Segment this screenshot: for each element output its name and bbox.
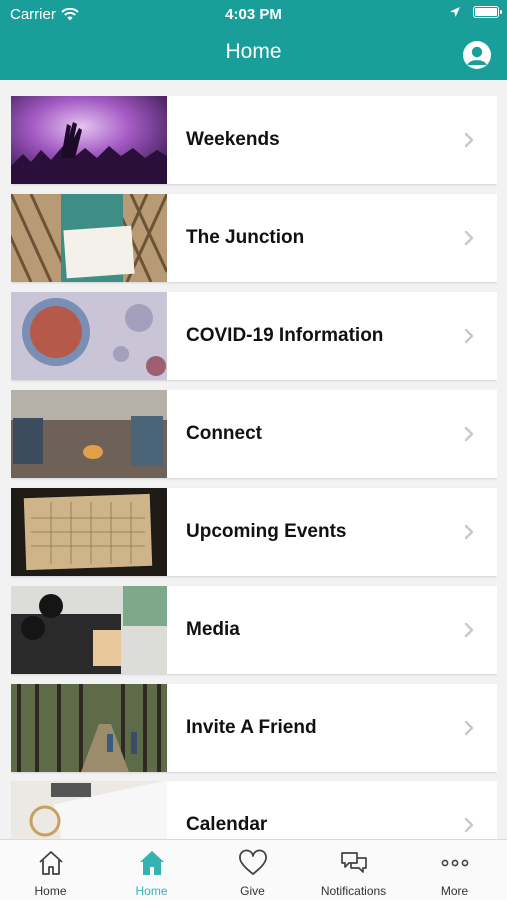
invite-a-friend-image: [11, 684, 167, 772]
list-item-media[interactable]: Media: [11, 586, 497, 674]
list-item-label: Weekends: [186, 129, 280, 150]
tab-home[interactable]: Home: [0, 840, 101, 900]
list-item-calendar[interactable]: Calendar: [11, 781, 497, 839]
list-item-weekends[interactable]: Weekends: [11, 96, 497, 184]
list-item-label: Media: [186, 619, 240, 640]
chevron-right-icon: [455, 328, 483, 344]
tab-label: Home: [135, 884, 168, 898]
list-item-connect[interactable]: Connect: [11, 390, 497, 478]
status-right: [449, 6, 502, 18]
tab-bar: Home Home Give Notifications More: [0, 839, 507, 900]
tab-label: Give: [240, 884, 265, 898]
list-item-label: Connect: [186, 423, 262, 444]
list-item-label: Upcoming Events: [186, 521, 347, 542]
tab-label: Notifications: [320, 884, 387, 898]
heart-icon: [239, 849, 267, 875]
chat-bubbles-icon: [341, 852, 367, 873]
home-filled-icon: [140, 851, 164, 875]
list-item-label: Calendar: [186, 814, 268, 835]
more-dots-icon: [441, 859, 469, 867]
list-item-invite-a-friend[interactable]: Invite A Friend: [11, 684, 497, 772]
menu-list: Weekends The Junction COVID-19 Informati…: [11, 96, 497, 839]
tab-notifications[interactable]: Notifications: [303, 840, 404, 900]
calendar-image: [11, 781, 167, 839]
profile-button[interactable]: [463, 41, 491, 69]
list-item-label: Invite A Friend: [186, 717, 317, 738]
location-arrow-icon: [450, 7, 460, 17]
chevron-right-icon: [455, 720, 483, 736]
tab-more[interactable]: More: [404, 840, 505, 900]
connect-image: [11, 390, 167, 478]
media-image: [11, 586, 167, 674]
page-title: Home: [225, 40, 282, 63]
status-bar: Carrier 4:03 PM: [0, 0, 507, 28]
tab-label: More: [440, 884, 469, 898]
covid-19-image: [11, 292, 167, 380]
upcoming-events-image: [11, 488, 167, 576]
tab-give[interactable]: Give: [202, 840, 303, 900]
chevron-right-icon: [455, 426, 483, 442]
status-time: 4:03 PM: [225, 6, 282, 23]
chevron-right-icon: [455, 230, 483, 246]
list-item-label: COVID-19 Information: [186, 325, 384, 346]
list-item-upcoming-events[interactable]: Upcoming Events: [11, 488, 497, 576]
home-outline-icon: [39, 851, 63, 875]
chevron-right-icon: [455, 817, 483, 833]
chevron-right-icon: [455, 622, 483, 638]
list-item-label: The Junction: [186, 227, 305, 248]
chevron-right-icon: [455, 524, 483, 540]
tab-home-active[interactable]: Home: [101, 840, 202, 900]
the-junction-image: [11, 194, 167, 282]
weekends-image: [11, 96, 167, 184]
list-item-covid-19-information[interactable]: COVID-19 Information: [11, 292, 497, 380]
list-item-the-junction[interactable]: The Junction: [11, 194, 497, 282]
tab-label: Home: [34, 884, 67, 898]
user-icon: [467, 46, 487, 65]
battery-icon: [473, 6, 502, 18]
chevron-right-icon: [455, 132, 483, 148]
app-header: Carrier 4:03 PM Home: [0, 0, 507, 80]
